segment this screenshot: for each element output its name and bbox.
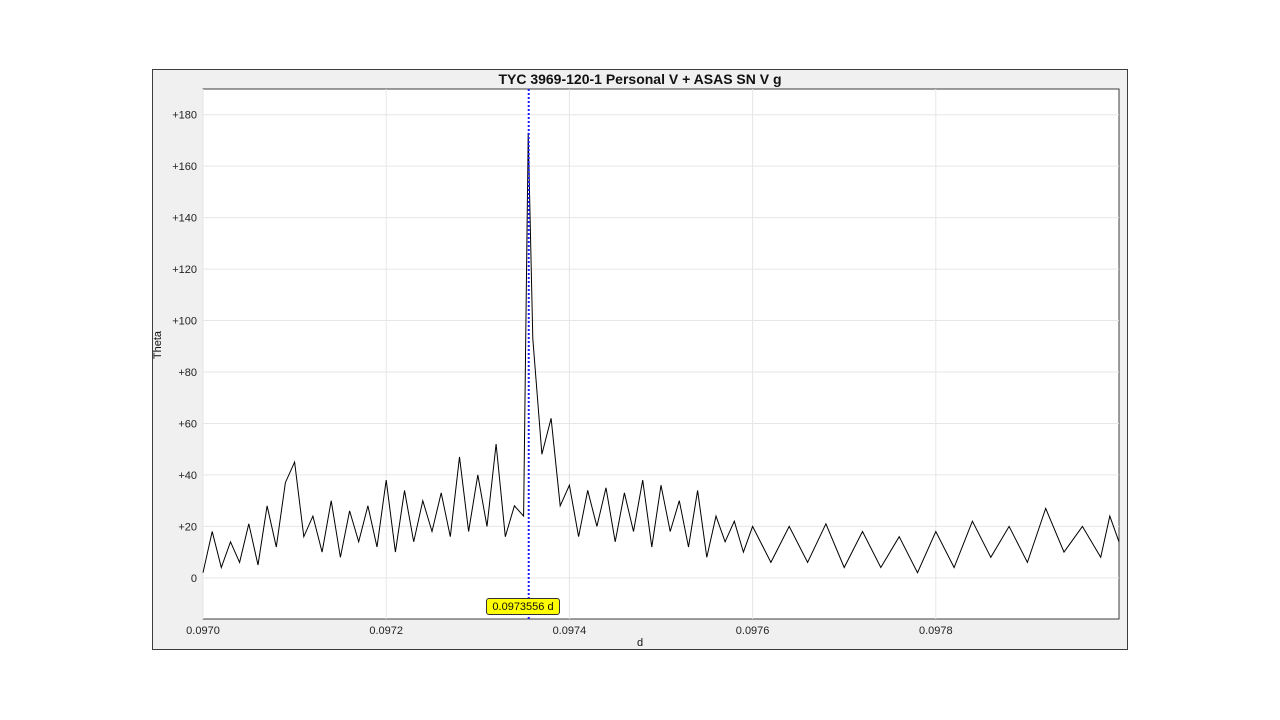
y-axis-label: Theta	[152, 330, 164, 360]
y-tick-label: 0	[191, 573, 197, 585]
y-tick-label: +20	[178, 521, 197, 533]
cursor-value-label: 0.0973556 d	[486, 598, 560, 615]
y-tick-label: +120	[172, 264, 197, 276]
x-tick-label: 0.0970	[186, 625, 220, 637]
y-tick-label: +40	[178, 470, 197, 482]
y-tick-label: +60	[178, 418, 197, 430]
y-tick-label: +160	[172, 161, 197, 173]
y-tick-label: +140	[172, 213, 197, 225]
x-tick-label: 0.0976	[736, 625, 770, 637]
y-tick-label: +80	[178, 367, 197, 379]
x-tick-label: 0.0974	[553, 625, 587, 637]
x-tick-label: 0.0972	[369, 625, 403, 637]
y-tick-label: +180	[172, 110, 197, 122]
chart-plot[interactable]: 0 +20 +40 +60 +80 +100 +120 +140 +160 +180 0.0970 0…	[0, 0, 1280, 720]
x-tick-label: 0.0978	[919, 625, 953, 637]
x-axis-label: d	[636, 637, 644, 649]
y-tick-label: +100	[172, 316, 197, 328]
